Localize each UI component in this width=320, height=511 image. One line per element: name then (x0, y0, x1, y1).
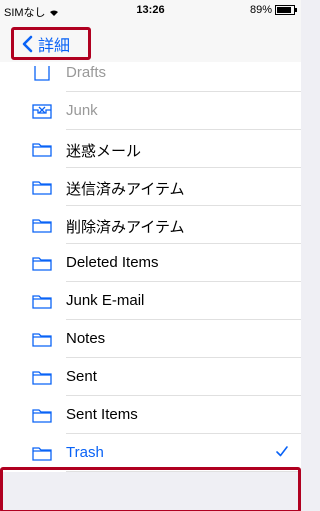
battery-status: 89% (249, 4, 297, 16)
folder-label: Junk E-mail (66, 292, 145, 309)
folder-icon (32, 447, 52, 461)
folder-label: Sent Items (66, 406, 138, 423)
folder-row[interactable]: Sent (0, 358, 301, 396)
drafts-folder-icon (34, 66, 50, 81)
checkmark-icon (276, 446, 288, 457)
folder-row[interactable]: Junk E-mail (0, 282, 301, 320)
folder-row[interactable]: Junk (0, 92, 301, 130)
folder-row[interactable]: 送信済みアイテム (0, 168, 301, 206)
folder-icon (32, 409, 52, 423)
folder-icon (32, 257, 52, 271)
folder-label: 迷惑メール (66, 143, 142, 160)
folder-icon (32, 371, 52, 385)
folder-label: Deleted Items (66, 254, 159, 271)
battery-percent: 89% (249, 4, 272, 16)
status-bar: SIMなし 13:26 89% (0, 0, 301, 20)
junk-tray-icon (32, 104, 52, 119)
folder-row[interactable]: Drafts (0, 62, 301, 92)
folder-label: Trash (66, 444, 104, 461)
folder-row[interactable]: Sent Items (0, 396, 301, 434)
folder-label: Drafts (66, 64, 107, 81)
folder-row[interactable]: Trash (0, 434, 301, 472)
folder-icon (32, 219, 52, 233)
navigation-bar: 詳細 (0, 20, 301, 62)
folder-row[interactable]: 削除済みアイテム (0, 206, 301, 244)
folder-icon (32, 143, 52, 157)
folder-icon (32, 295, 52, 309)
folder-icon (32, 181, 52, 195)
battery-fill (277, 7, 291, 13)
folder-row[interactable]: Notes (0, 320, 301, 358)
folder-list-content: Drafts Junk 迷惑メール送信済みアイテム 削除済みアイテム Deleted I… (0, 62, 301, 472)
selection-highlight-box (0, 467, 301, 511)
folder-row[interactable]: 迷惑メール (0, 130, 301, 168)
folder-row[interactable]: Deleted Items (0, 244, 301, 282)
row-divider (66, 471, 301, 472)
folder-label: 送信済みアイテム (66, 181, 185, 198)
folder-icon (32, 333, 52, 347)
back-button-label: 詳細 (38, 37, 71, 55)
folder-label: Sent (66, 368, 97, 385)
chevron-left-icon (22, 35, 33, 52)
folder-label: Junk (66, 102, 98, 119)
folder-list[interactable]: Drafts Junk 迷惑メール送信済みアイテム 削除済みアイテム Deleted I… (0, 62, 301, 511)
back-button[interactable]: 詳細 (11, 27, 91, 60)
folder-label: 削除済みアイテム (66, 219, 185, 236)
battery-icon (275, 5, 297, 15)
folder-label: Notes (66, 330, 106, 347)
